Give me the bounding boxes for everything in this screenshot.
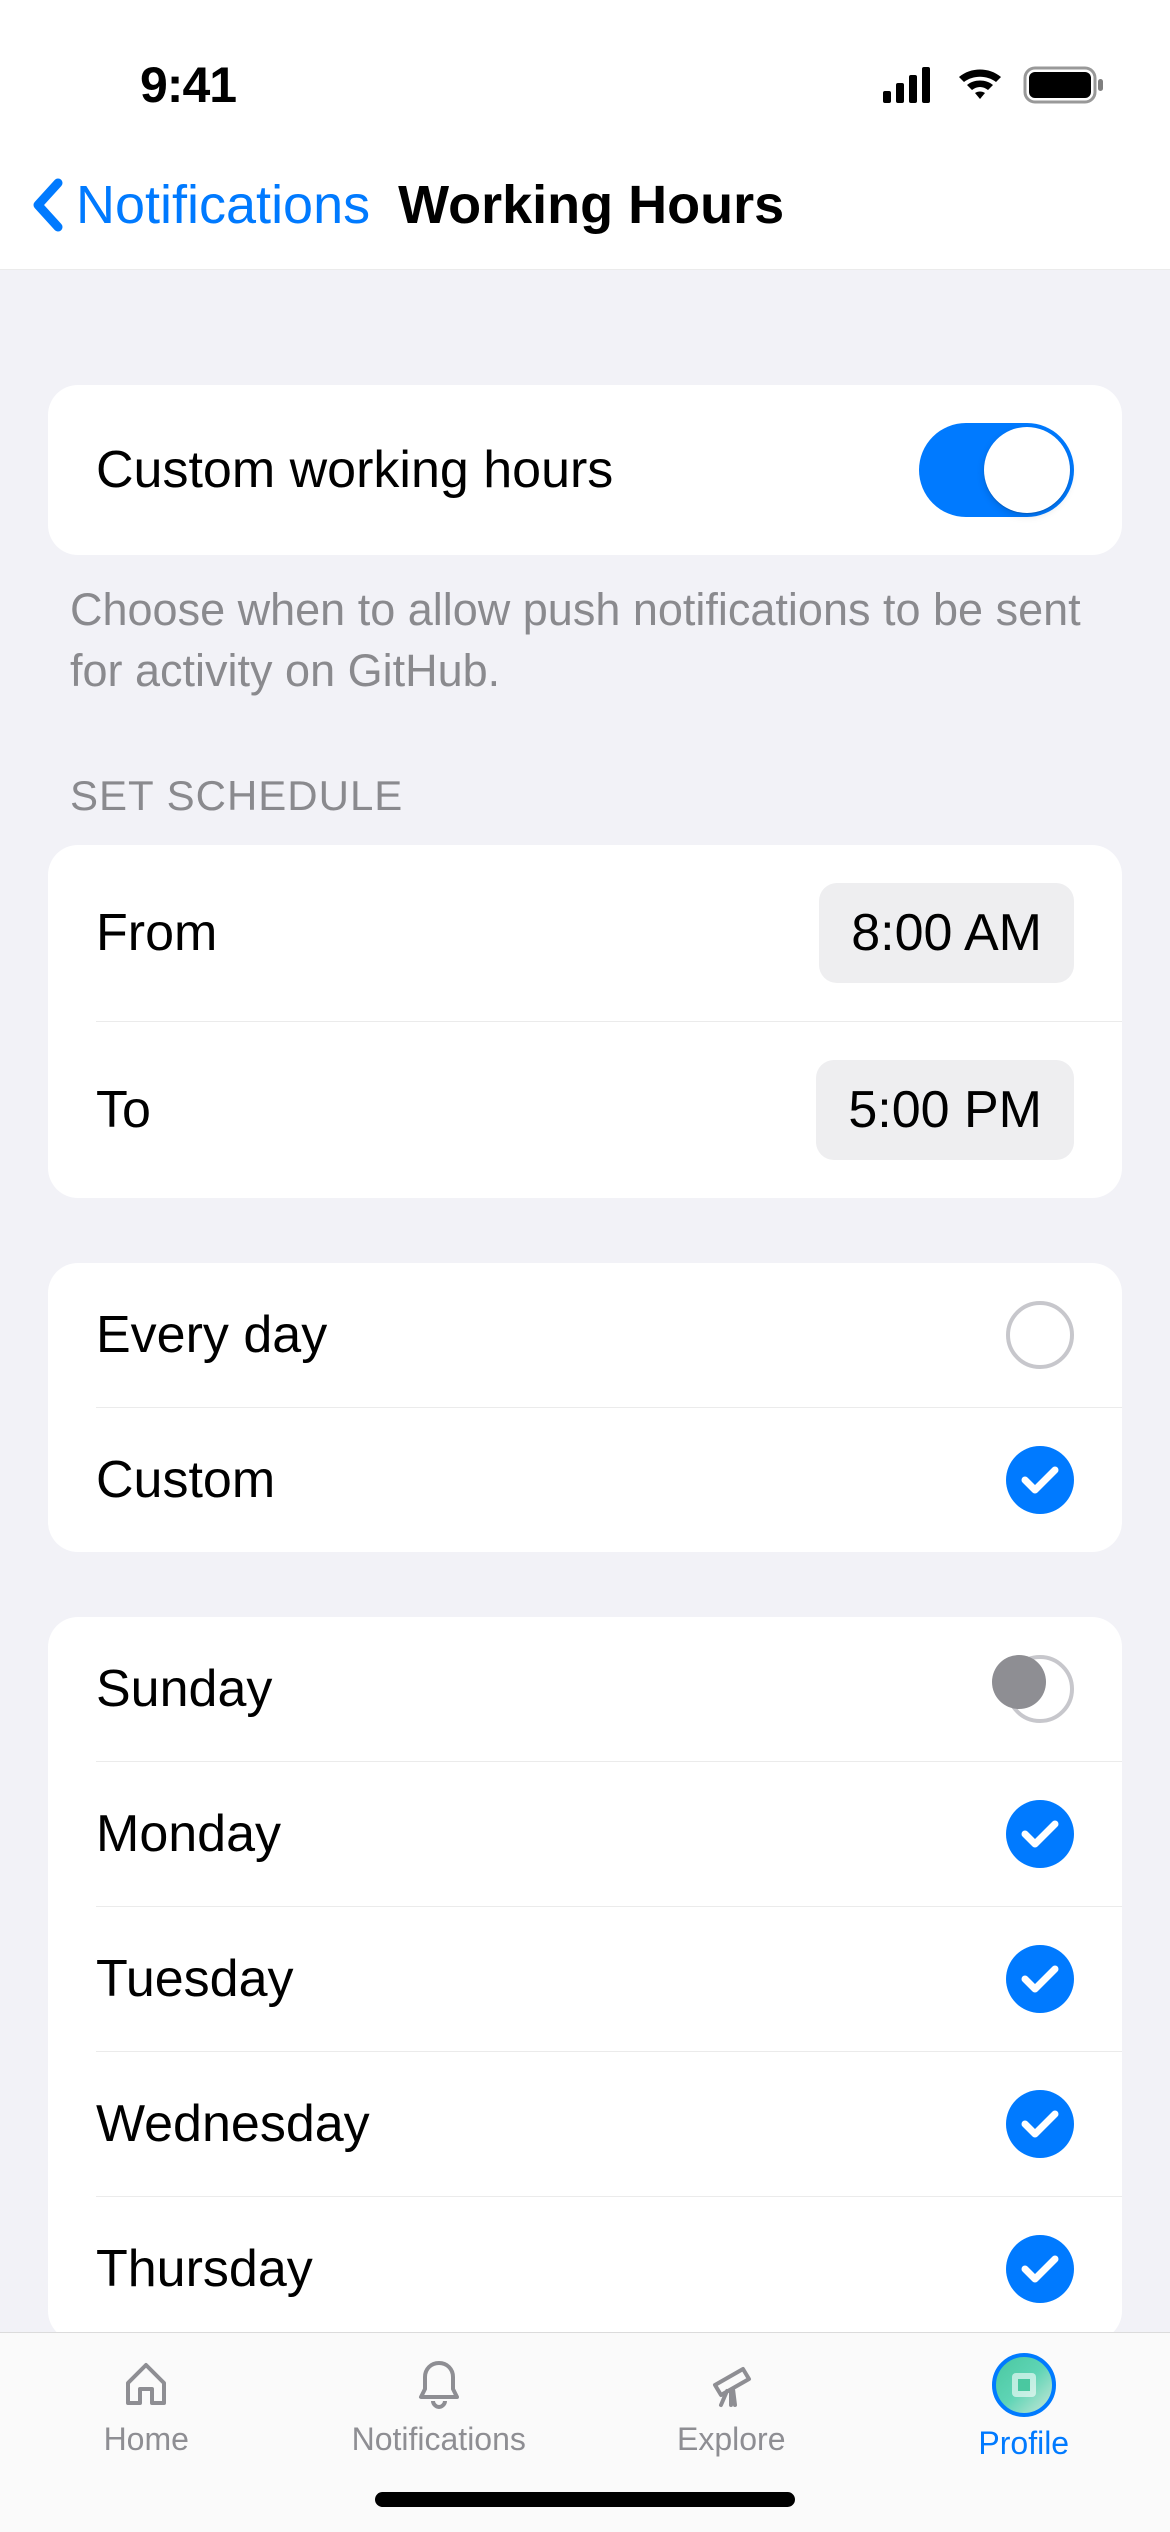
checkmark-icon — [1021, 1819, 1059, 1849]
page-title: Working Hours — [398, 174, 784, 236]
custom-working-hours-label: Custom working hours — [96, 440, 613, 500]
to-time-row: To 5:00 PM — [96, 1021, 1122, 1198]
back-label: Notifications — [76, 174, 370, 236]
custom-working-hours-toggle[interactable] — [919, 423, 1074, 517]
custom-row[interactable]: Custom — [96, 1407, 1122, 1552]
wifi-icon — [955, 67, 1005, 103]
radio-dot — [992, 1655, 1046, 1709]
tuesday-label: Tuesday — [96, 1949, 294, 2009]
thursday-label: Thursday — [96, 2239, 313, 2299]
tab-notifications[interactable]: Notifications — [293, 2353, 586, 2458]
monday-label: Monday — [96, 1804, 281, 1864]
monday-row[interactable]: Monday — [96, 1761, 1122, 1906]
tab-explore[interactable]: Explore — [585, 2353, 878, 2458]
tuesday-row[interactable]: Tuesday — [96, 1906, 1122, 2051]
every-day-label: Every day — [96, 1305, 327, 1365]
sunday-row[interactable]: Sunday — [48, 1617, 1122, 1761]
cellular-icon — [883, 67, 937, 103]
from-label: From — [96, 903, 217, 963]
tab-profile[interactable]: Profile — [878, 2353, 1170, 2462]
home-indicator[interactable] — [375, 2492, 795, 2507]
checkmark-icon — [1021, 2254, 1059, 2284]
sunday-label: Sunday — [96, 1659, 272, 1719]
to-time-picker[interactable]: 5:00 PM — [816, 1060, 1074, 1160]
monday-check — [1006, 1800, 1074, 1868]
helper-text: Choose when to allow push notifications … — [0, 555, 1170, 702]
tab-home[interactable]: Home — [0, 2353, 293, 2458]
status-bar: 9:41 — [0, 0, 1170, 140]
telescope-icon — [701, 2353, 761, 2413]
status-time: 9:41 — [140, 56, 236, 114]
from-time-picker[interactable]: 8:00 AM — [819, 883, 1074, 983]
every-day-radio — [1006, 1301, 1074, 1369]
thursday-check — [1006, 2235, 1074, 2303]
toggle-knob — [984, 427, 1070, 513]
battery-icon — [1023, 66, 1105, 104]
content-area: Custom working hours Choose when to allo… — [0, 270, 1170, 2332]
every-day-row[interactable]: Every day — [48, 1263, 1122, 1407]
toggle-section: Custom working hours — [48, 385, 1122, 555]
checkmark-icon — [1021, 2109, 1059, 2139]
home-icon — [116, 2353, 176, 2413]
navigation-bar: Notifications Working Hours — [0, 140, 1170, 270]
wednesday-check — [1006, 2090, 1074, 2158]
tab-notifications-label: Notifications — [352, 2421, 526, 2458]
custom-working-hours-row: Custom working hours — [48, 385, 1122, 555]
tab-explore-label: Explore — [677, 2421, 786, 2458]
thursday-row[interactable]: Thursday — [96, 2196, 1122, 2333]
status-icons — [883, 66, 1105, 104]
bell-icon — [409, 2353, 469, 2413]
schedule-header: SET SCHEDULE — [0, 702, 1170, 835]
checkmark-icon — [1021, 1465, 1059, 1495]
tab-home-label: Home — [104, 2421, 189, 2458]
custom-check — [1006, 1446, 1074, 1514]
checkmark-icon — [1021, 1964, 1059, 1994]
mode-section: Every day Custom — [48, 1263, 1122, 1552]
back-button[interactable]: Notifications — [30, 174, 370, 236]
chevron-left-icon — [30, 177, 66, 233]
wednesday-row[interactable]: Wednesday — [96, 2051, 1122, 2196]
schedule-section: From 8:00 AM To 5:00 PM — [48, 845, 1122, 1198]
wednesday-label: Wednesday — [96, 2094, 370, 2154]
profile-avatar-icon — [992, 2353, 1056, 2417]
from-time-row: From 8:00 AM — [48, 845, 1122, 1021]
to-label: To — [96, 1080, 151, 1140]
sunday-radio — [1006, 1655, 1074, 1723]
tab-profile-label: Profile — [978, 2425, 1069, 2462]
days-section: Sunday Monday Tuesday Wednesday Thursday — [48, 1617, 1122, 2333]
custom-label: Custom — [96, 1450, 275, 1510]
tuesday-check — [1006, 1945, 1074, 2013]
